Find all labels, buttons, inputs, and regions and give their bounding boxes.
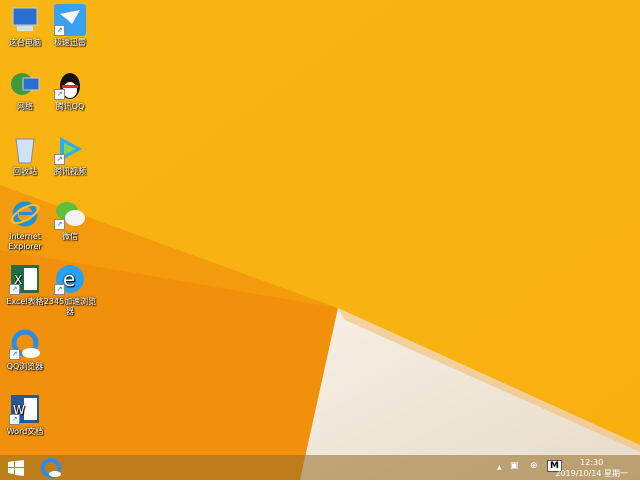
network-icon [9, 68, 41, 100]
desktop-icon-label: QQ浏览器 [6, 362, 44, 371]
qq-browser-icon [41, 458, 61, 478]
start-button[interactable] [8, 460, 24, 476]
shortcut-arrow-icon: ↗ [54, 25, 65, 36]
desktop-icon-label: Word文档 [6, 427, 44, 436]
computer-icon [9, 4, 41, 36]
shortcut-arrow-icon: ↗ [54, 219, 65, 230]
desktop-icon-label: 极速迅雷 [54, 38, 86, 47]
browser-2345-icon: e ↗ [54, 263, 86, 295]
qq-penguin-icon: ↗ [54, 68, 86, 100]
shortcut-arrow-icon: ↗ [54, 154, 65, 165]
clock-date: 2019/10/14 星期一 [555, 469, 628, 478]
word-icon: W ↗ [9, 393, 41, 425]
desktop-icon-browser-2345[interactable]: e ↗ 2345加速浏览器 [42, 263, 98, 317]
shortcut-arrow-icon: ↗ [54, 89, 65, 100]
shortcut-arrow-icon: ↗ [9, 284, 20, 295]
desktop-icon-label: 微信 [62, 232, 78, 241]
ie-icon [9, 198, 41, 230]
shortcut-arrow-icon: ↗ [9, 349, 20, 360]
desktop-icon-qq-browser[interactable]: ↗ QQ浏览器 [0, 328, 53, 372]
desktop-icon-qq-penguin[interactable]: ↗ 腾讯QQ [42, 68, 98, 112]
desktop-icon-xunlei[interactable]: ↗ 极速迅雷 [42, 4, 98, 48]
xunlei-icon: ↗ [54, 4, 86, 36]
clock[interactable]: 12:30 2019/10/14 星期一 [555, 457, 628, 479]
action-center-icon[interactable]: ⊕ [530, 461, 538, 471]
excel-icon: X ↗ [9, 263, 41, 295]
desktop-icon-tencent-video[interactable]: ↗ 腾讯视频 [42, 133, 98, 177]
clock-time: 12:30 [580, 458, 604, 467]
qq-browser-icon: ↗ [9, 328, 41, 360]
desktop-icon-wechat[interactable]: ↗ 微信 [42, 198, 98, 242]
shortcut-arrow-icon: ↗ [9, 414, 20, 425]
volume-icon[interactable]: 🔈︎ [512, 461, 517, 471]
tencent-video-icon: ↗ [54, 133, 86, 165]
show-hidden-icons-chevron[interactable]: ▲ [497, 464, 502, 471]
windows-logo-icon [8, 460, 24, 476]
desktop-icon-label: 腾讯视频 [54, 167, 86, 176]
desktop-icon-word[interactable]: W ↗ Word文档 [0, 393, 53, 437]
wechat-icon: ↗ [54, 198, 86, 230]
taskbar: ▲ ▣ 🔈︎ ⊕ M 12:30 2019/10/14 星期一 [0, 455, 640, 480]
recycle-bin-icon [9, 133, 41, 165]
shortcut-arrow-icon: ↗ [54, 284, 65, 295]
desktop-icon-label: 腾讯QQ [55, 102, 85, 111]
taskbar-qq-browser[interactable] [40, 457, 62, 479]
desktop-icon-label: 2345加速浏览器 [43, 297, 97, 316]
